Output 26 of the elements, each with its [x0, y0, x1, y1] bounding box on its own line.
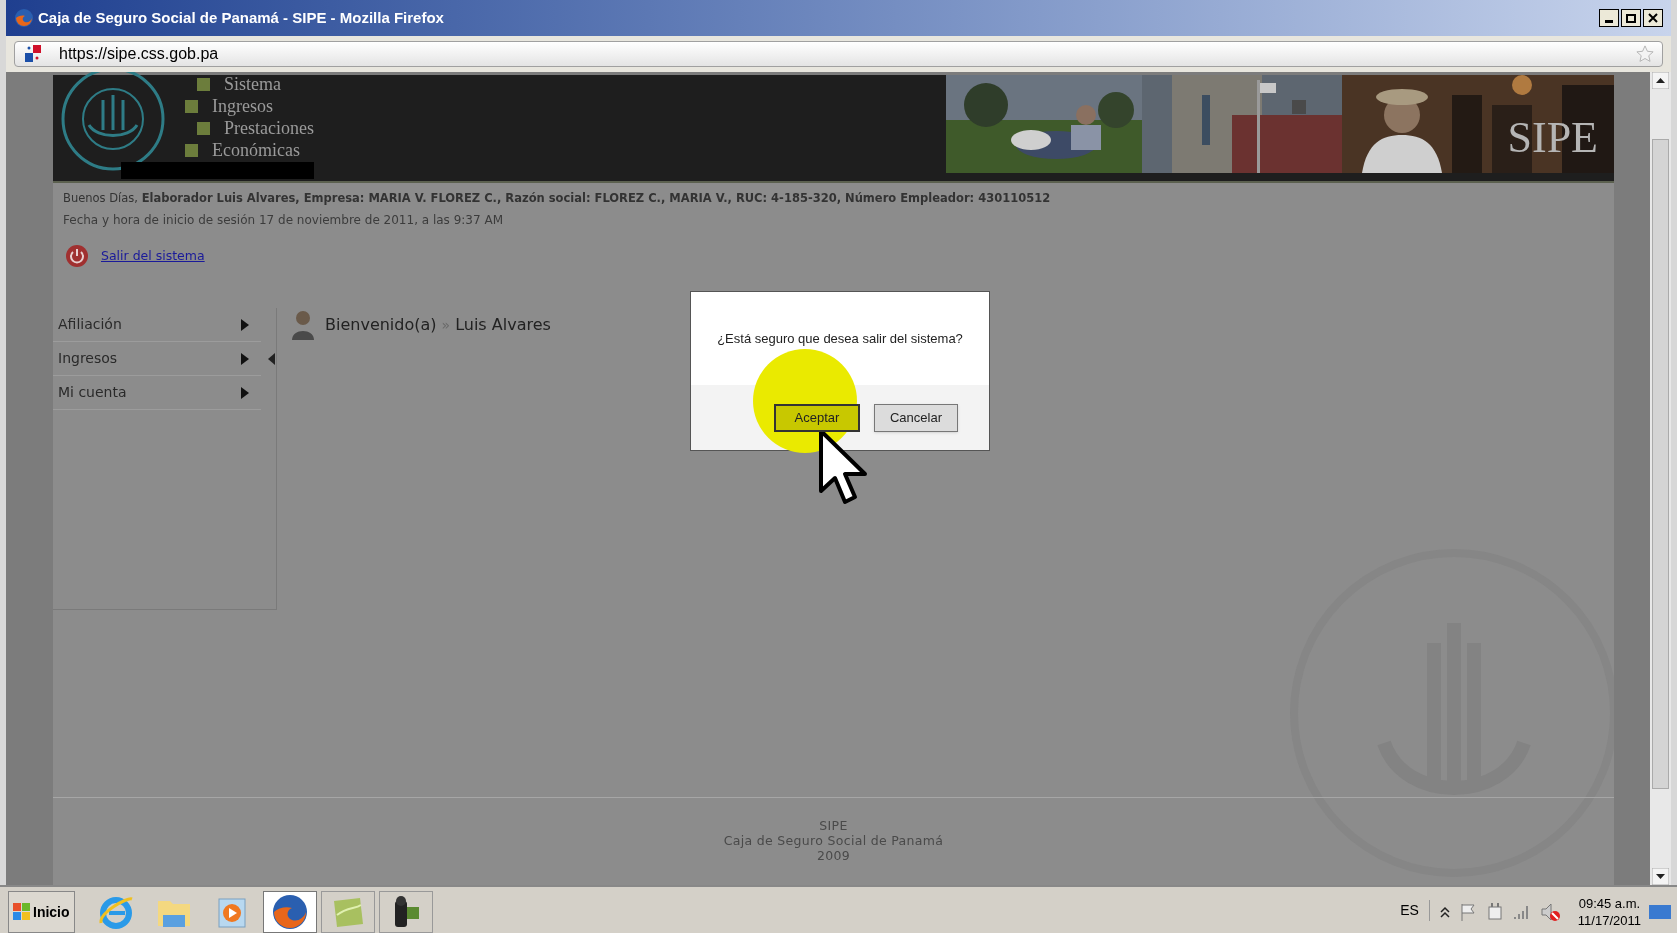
user-name: Luis Alvares [455, 314, 551, 337]
welcome-label: Bienvenido(a) [325, 314, 437, 337]
footer-text: 2009 [816, 848, 851, 863]
footer-text: SIPE [819, 818, 848, 833]
login-time-text: Fecha y hora de inicio de sesión 17 de noviembre de 2011, a las 9:37 AM [63, 212, 504, 230]
footer-text: Caja de Seguro Social de Panamá [723, 833, 944, 848]
logout-link[interactable]: Salir del sistema [101, 246, 205, 266]
banner-menu-item[interactable]: Económicas [212, 139, 300, 161]
url-text: https://sipe.css.gob.pa [59, 44, 219, 64]
banner-menu-item[interactable]: Sistema [224, 73, 281, 95]
banner-menu-item[interactable]: Prestaciones [224, 117, 314, 139]
dialog-button[interactable]: Cancelar [874, 403, 958, 432]
window-title: Caja de Seguro Social de Panamá - SIPE - Mozilla Firefox [38, 7, 444, 28]
breadcrumb-separator: » [441, 315, 451, 335]
clock[interactable]: 09:45 a.m. 11/17/2011 [1577, 895, 1641, 929]
brand-title: SIPE [1507, 112, 1598, 164]
address-bar[interactable]: https://sipe.css.gob.pa [14, 41, 1663, 67]
greeting-text: Buenos Días, Elaborador Luis Alvares, Empresa: MARIA V. FLOREZ C., Razón social: FLOREZ C., MARIA V., RUC: 4-185-320, Número Empleador: 430110512 [63, 190, 1052, 207]
dialog-message: ¿Está seguro que desea salir del sistema? [691, 292, 989, 385]
dialog-button[interactable]: Aceptar [774, 403, 860, 432]
sidebar-item[interactable]: Mi cuenta [53, 376, 261, 411]
sidebar-item[interactable]: Ingresos [53, 342, 261, 377]
sidebar-item[interactable]: Afiliación [53, 308, 261, 343]
banner-menu-item[interactable]: Ingresos [212, 95, 273, 117]
start-button[interactable]: Inicio [8, 891, 75, 933]
language-indicator[interactable]: ES [1400, 900, 1430, 921]
